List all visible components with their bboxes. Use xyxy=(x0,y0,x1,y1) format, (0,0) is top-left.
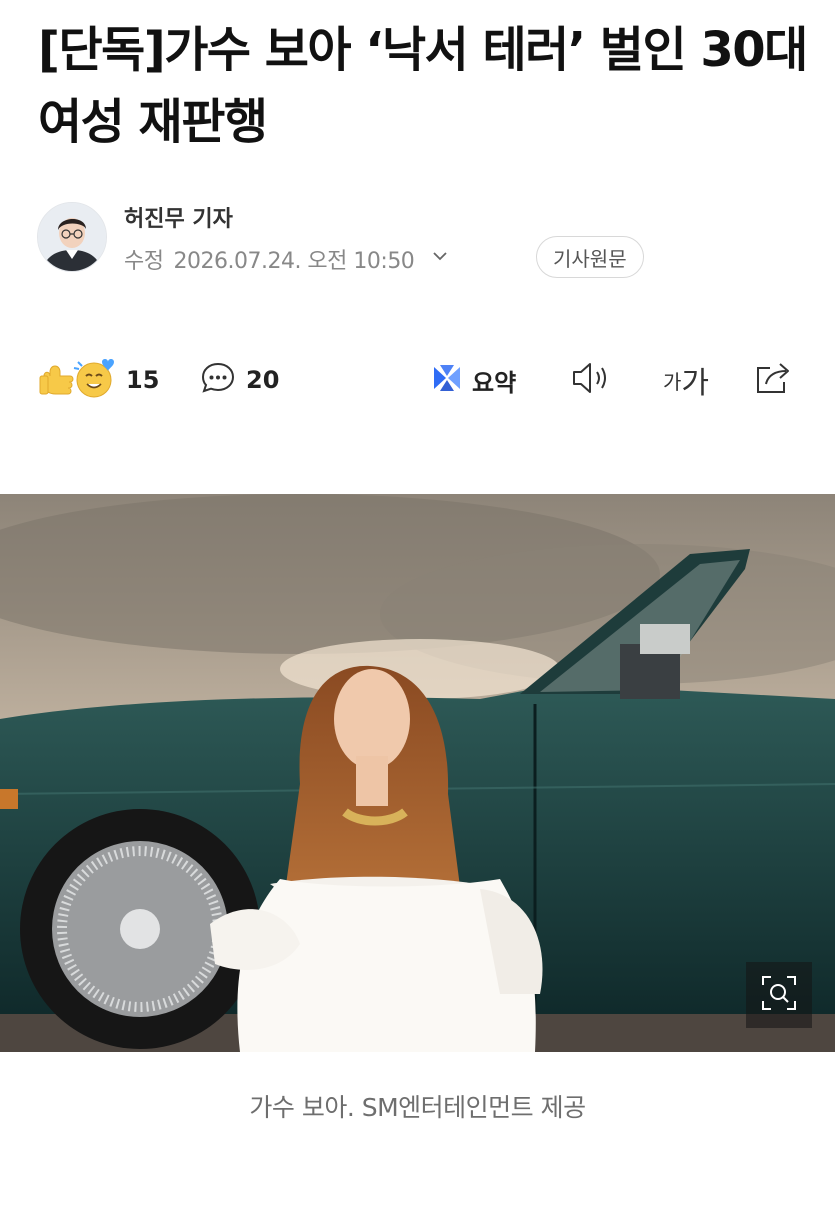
chevron-down-icon[interactable] xyxy=(430,246,450,272)
reaction-button[interactable]: 15 xyxy=(38,350,159,410)
original-article-button[interactable]: 기사원문 xyxy=(536,236,644,278)
singer-car-photo xyxy=(0,494,835,1052)
article-photo[interactable] xyxy=(0,494,835,1052)
summary-label: 요약 xyxy=(472,368,517,397)
speaker-icon xyxy=(570,358,614,402)
font-size-button[interactable]: 가 가 xyxy=(663,350,709,410)
summary-icon xyxy=(430,361,464,399)
share-button[interactable] xyxy=(752,350,796,410)
article-datetime: 2026.07.24. 오전 10:50 xyxy=(173,249,415,274)
text-to-speech-button[interactable] xyxy=(570,350,614,410)
summary-button[interactable]: 요약 xyxy=(430,350,516,410)
font-size-large-label: 가 xyxy=(681,366,710,401)
reporter-avatar[interactable] xyxy=(37,202,107,272)
reaction-count: 15 xyxy=(126,366,160,394)
article-toolbar: 15 20 요약 가 가 xyxy=(0,350,835,410)
comment-button[interactable]: 20 xyxy=(198,350,279,410)
modified-label: 수정 xyxy=(124,249,164,274)
reporter-photo xyxy=(38,203,106,271)
photo-caption: 가수 보아. SM엔터테인먼트 제공 xyxy=(249,1093,586,1122)
font-size-small-label: 가 xyxy=(663,369,682,394)
zoom-icon xyxy=(759,973,799,1017)
reaction-emoji-icon xyxy=(38,354,118,406)
comment-icon xyxy=(198,358,238,402)
article-dateline[interactable]: 수정 2026.07.24. 오전 10:50 xyxy=(124,243,450,275)
comment-count: 20 xyxy=(246,366,280,394)
reporter-name[interactable]: 허진무 기자 xyxy=(124,201,233,233)
photo-zoom-button[interactable] xyxy=(746,962,812,1028)
share-icon xyxy=(752,358,796,402)
article-headline: [단독]가수 보아 ‘낙서 테러’ 벌인 30대 여성 재판행 xyxy=(38,22,808,150)
